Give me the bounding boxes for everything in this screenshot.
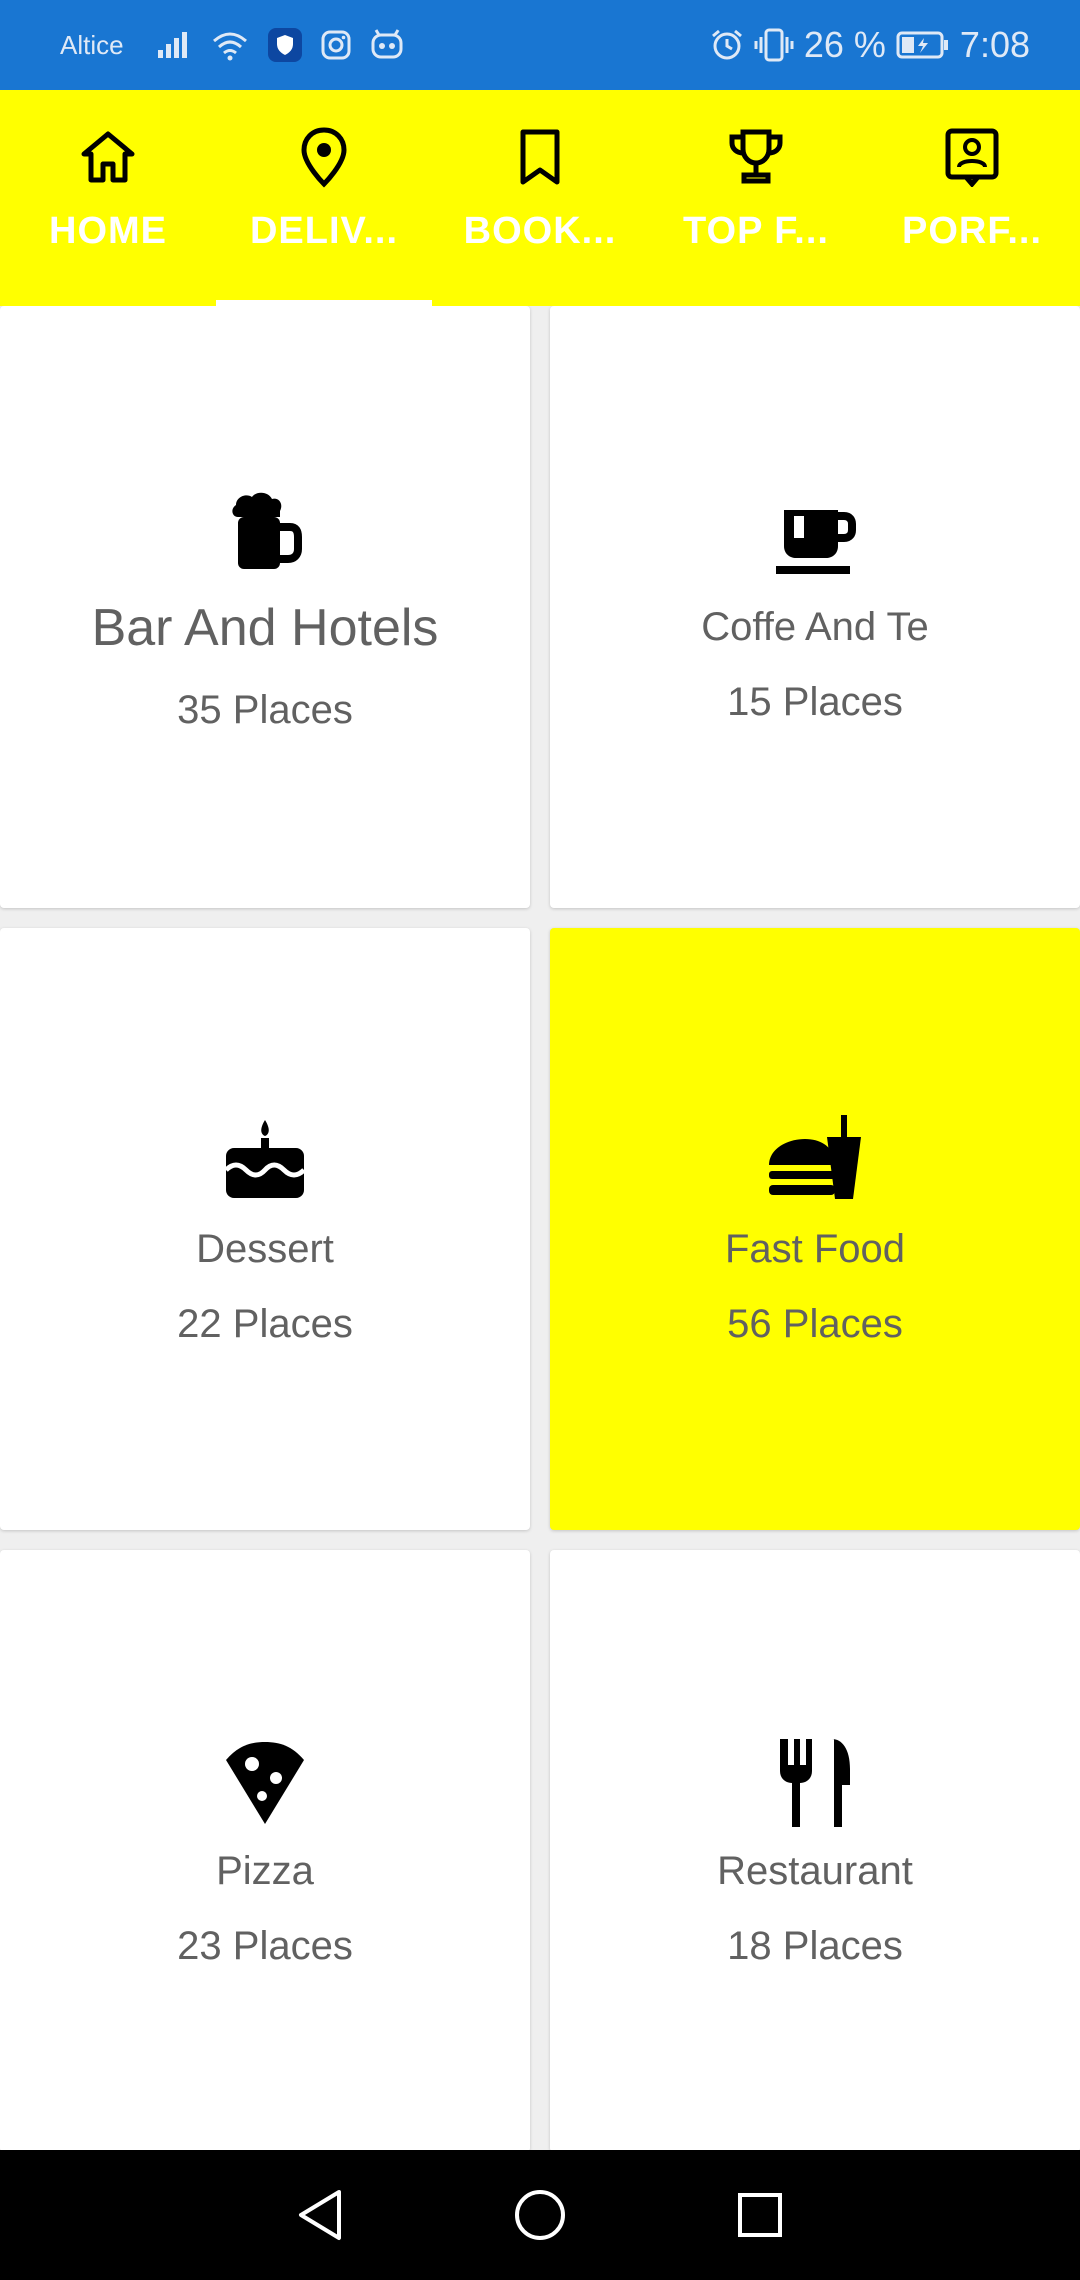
vibrate-icon [754, 27, 794, 63]
battery-percent: 26 % [803, 24, 886, 65]
coffee-cup-icon [765, 489, 865, 589]
wifi-icon [210, 29, 250, 61]
category-count: 56 Places [727, 1302, 903, 1346]
status-bar: Altice 26 % 7:08 [0, 0, 1080, 90]
bookmark-icon [507, 124, 573, 190]
category-title: Dessert [196, 1227, 334, 1271]
back-icon[interactable] [285, 2180, 355, 2250]
tab-label: PORF... [901, 210, 1043, 252]
category-count: 23 Places [177, 1924, 353, 1968]
category-title: Pizza [216, 1849, 314, 1893]
tab-label: BOOK... [463, 210, 617, 252]
shield-icon [267, 28, 302, 62]
category-grid: Bar And Hotels 35 Places Coffe And Te 15… [0, 306, 1080, 2150]
restaurant-icon [765, 1733, 865, 1833]
category-card-coffee-and-tea[interactable]: Coffe And Te 15 Places [550, 306, 1080, 908]
category-card-dessert[interactable]: Dessert 22 Places [0, 928, 530, 1530]
category-card-fast-food[interactable]: Fast Food 56 Places [550, 928, 1080, 1530]
category-card-bar-and-hotels[interactable]: Bar And Hotels 35 Places [0, 306, 530, 908]
system-nav-bar [0, 2150, 1080, 2280]
carrier-name: Altice [60, 29, 124, 60]
category-title: Coffe And Te [701, 605, 929, 649]
trophy-icon [723, 124, 789, 190]
tab-label: DELIV... [249, 210, 399, 252]
beer-mug-icon [215, 482, 315, 582]
battery-icon [896, 30, 950, 60]
category-card-pizza[interactable]: Pizza 23 Places [0, 1550, 530, 2150]
profile-icon [939, 124, 1005, 190]
signal-icon [156, 30, 192, 60]
home-circle-icon[interactable] [505, 2180, 575, 2250]
alarm-icon [710, 28, 744, 62]
status-right: 26 % 7:08 [710, 24, 1030, 66]
category-count: 15 Places [727, 680, 903, 724]
tab-home[interactable]: HOME [0, 90, 216, 306]
tab-top-food[interactable]: TOP F... [648, 90, 864, 306]
clock: 7:08 [959, 24, 1030, 65]
home-icon [75, 124, 141, 190]
robot-icon [370, 29, 404, 61]
category-count: 35 Places [177, 687, 353, 732]
category-title: Bar And Hotels [91, 598, 439, 657]
category-count: 18 Places [727, 1924, 903, 1968]
fast-food-icon [765, 1111, 865, 1211]
category-title: Restaurant [717, 1849, 913, 1893]
status-left: Altice [60, 28, 404, 62]
tab-delivery[interactable]: DELIV... [216, 90, 432, 306]
tab-bar: HOME DELIV... BOOK... TOP F... PORF... [0, 90, 1080, 306]
category-title: Fast Food [724, 1227, 906, 1271]
recents-icon[interactable] [725, 2180, 795, 2250]
category-count: 22 Places [177, 1302, 353, 1346]
tab-label: HOME [49, 210, 167, 252]
tab-profile[interactable]: PORF... [864, 90, 1080, 306]
category-card-restaurant[interactable]: Restaurant 18 Places [550, 1550, 1080, 2150]
location-pin-icon [291, 124, 357, 190]
tab-bookmarks[interactable]: BOOK... [432, 90, 648, 306]
instagram-icon [320, 29, 352, 61]
tab-label: TOP F... [683, 210, 829, 252]
cake-icon [215, 1111, 315, 1211]
pizza-icon [215, 1733, 315, 1833]
